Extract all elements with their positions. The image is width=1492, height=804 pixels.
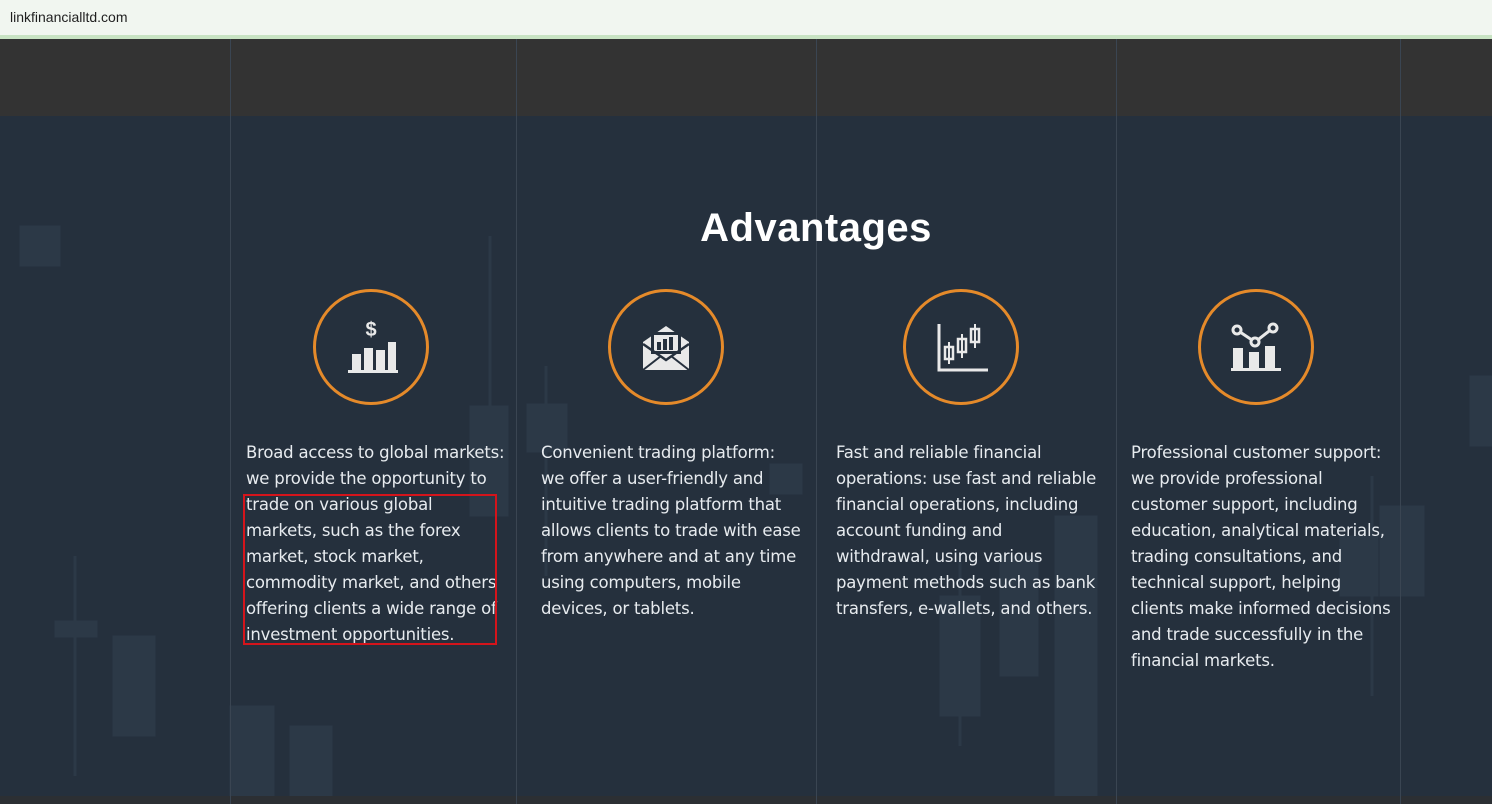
section-title: Advantages bbox=[700, 206, 932, 250]
column-divider bbox=[1400, 39, 1401, 804]
browser-address-bar[interactable]: linkfinancialltd.com bbox=[0, 0, 1492, 39]
column-divider bbox=[1116, 39, 1117, 804]
url-text[interactable]: linkfinancialltd.com bbox=[10, 9, 128, 25]
svg-text:$: $ bbox=[365, 320, 376, 341]
annotation-highlight-box bbox=[243, 494, 497, 645]
footer-strip bbox=[0, 796, 1492, 804]
advantage-icon-circle bbox=[1198, 289, 1314, 405]
advantage-description: Professional customer support: we provid… bbox=[1131, 443, 1391, 670]
envelope-chart-icon bbox=[642, 326, 690, 371]
site-header-band bbox=[0, 39, 1492, 116]
column-divider bbox=[516, 39, 517, 804]
advantage-icon-circle: $ bbox=[313, 289, 429, 405]
advantage-description: Fast and reliable financial operations: … bbox=[836, 443, 1097, 618]
column-divider bbox=[230, 39, 231, 804]
advantage-icon-circle bbox=[608, 289, 724, 405]
candlestick-chart-icon bbox=[937, 324, 988, 372]
column-divider bbox=[816, 39, 817, 804]
advantage-description: Convenient trading platform: we offer a … bbox=[541, 443, 801, 618]
advantage-icon-circle bbox=[903, 289, 1019, 405]
analytics-chart-icon bbox=[1231, 322, 1281, 371]
dollar-bar-chart-icon: $ bbox=[348, 320, 398, 373]
